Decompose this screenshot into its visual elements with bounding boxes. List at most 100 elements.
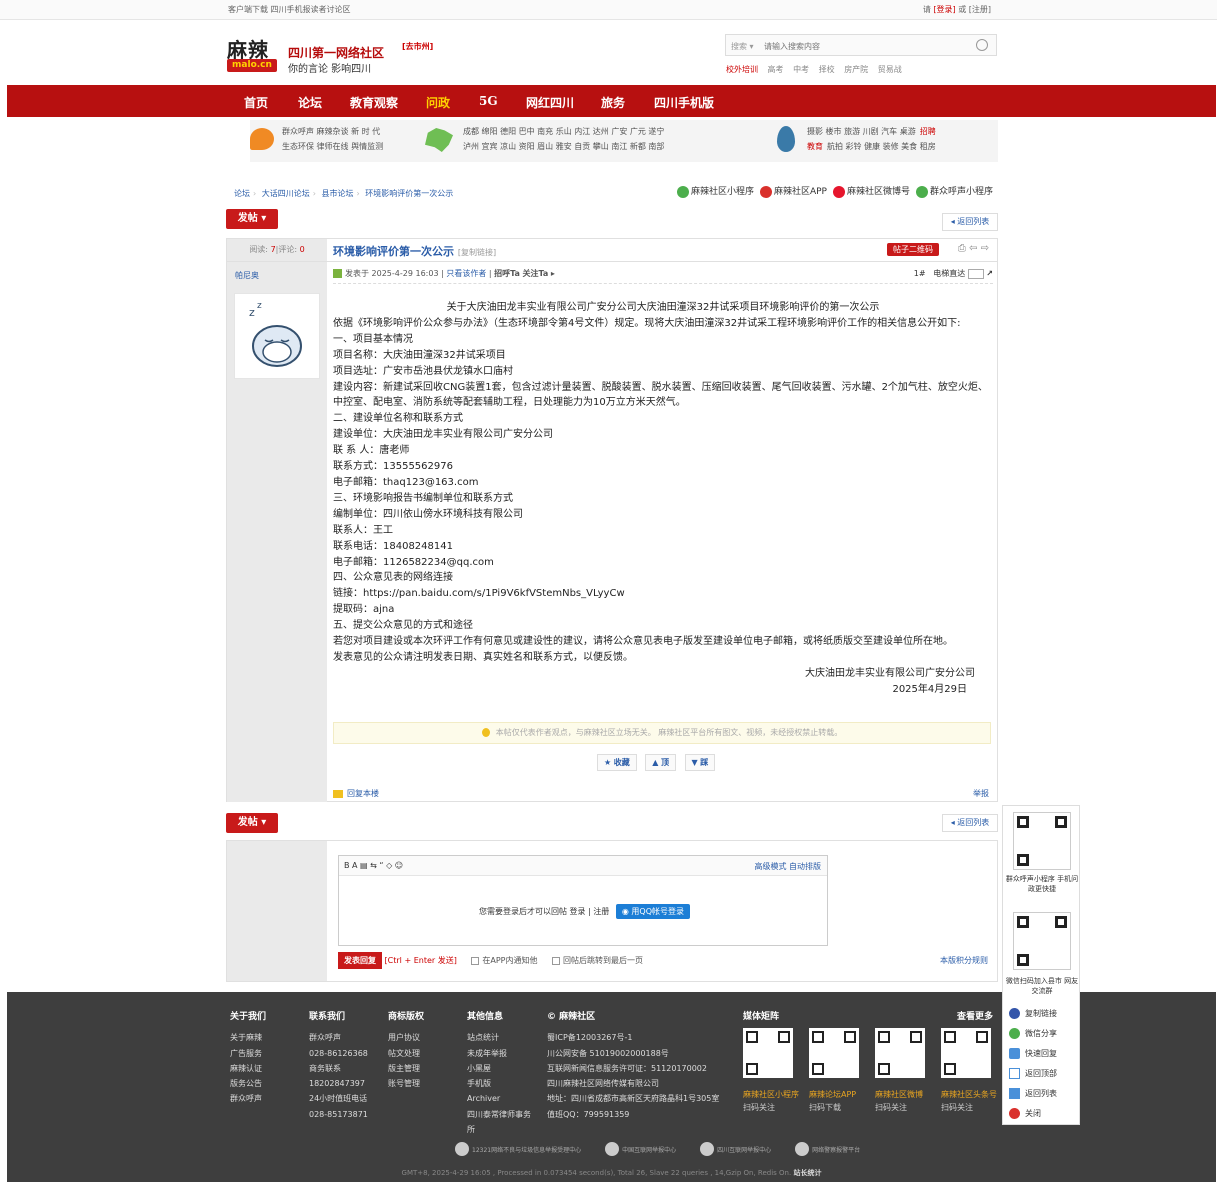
thread-qr-button[interactable]: 帖子二维码 [887, 243, 939, 256]
print-share-icons[interactable]: ⎙ ⇦ ⇨ [958, 243, 989, 254]
breadcrumb-item[interactable]: 论坛 [234, 189, 250, 198]
report-badge[interactable]: 中国互联网举报中心 [605, 1142, 676, 1156]
nav-item-home[interactable]: 首页 [244, 94, 268, 111]
footer-link[interactable]: 四川麻辣社区网络传媒有限公司 [547, 1076, 719, 1091]
footer-link[interactable]: 手机版 [467, 1076, 537, 1091]
footer-link[interactable]: 028-85173871 [309, 1107, 368, 1122]
nav-item-forum[interactable]: 论坛 [298, 94, 322, 111]
notify-app-checkbox[interactable] [471, 956, 480, 965]
breadcrumb-item[interactable]: 县市论坛 [322, 189, 354, 198]
search-icon[interactable] [976, 39, 988, 51]
only-author-link[interactable]: 只看该作者 [446, 269, 486, 278]
hot-link[interactable]: 择校 [819, 65, 835, 74]
back-to-list-button-bottom[interactable]: ◂ 返回列表 [942, 814, 998, 832]
downvote-button[interactable]: ▼ 踩 [684, 754, 716, 771]
sub-nav-group-voice[interactable]: 群众呼声 麻辣杂谈 新 时 代生态环保 律师在线 舆情监测 [282, 124, 383, 154]
register-link[interactable]: [注册] [969, 5, 991, 14]
footer-link[interactable]: 24小时值班电话 [309, 1091, 368, 1106]
close-button[interactable]: 关闭 [1009, 1108, 1041, 1119]
footer-link[interactable]: 商务联系 [309, 1061, 368, 1076]
nav-item-mobile[interactable]: 四川手机版 [654, 94, 714, 111]
footer-link[interactable]: 版主管理 [388, 1061, 424, 1076]
author-name[interactable]: 帕尼奥 [235, 270, 259, 281]
back-to-top-button[interactable]: 返回顶部 [1009, 1068, 1057, 1079]
site-logo[interactable]: 麻辣 malo.cn [227, 34, 277, 74]
footer-link[interactable]: 互联网新闻信息服务许可证：51120170002 [547, 1061, 719, 1076]
avatar[interactable]: z z [234, 293, 320, 379]
elevator-go-icon[interactable]: ↗ [986, 269, 993, 278]
footer-link[interactable]: Archiver [467, 1091, 537, 1106]
wechat-share-button[interactable]: 微信分享 [1009, 1028, 1057, 1039]
report-badge[interactable]: 四川互联网举报中心 [700, 1142, 771, 1156]
weibo-link[interactable]: 麻辣社区微博号 [832, 184, 910, 198]
favorite-button[interactable]: ★ 收藏 [597, 754, 637, 771]
sub-nav-group-cities[interactable]: 成都 绵阳 德阳 巴中 南充 乐山 内江 达州 广安 广元 遂宁 泸州 宜宾 凉山… [463, 124, 664, 154]
footer-link[interactable]: 广告服务 [230, 1046, 266, 1061]
voice-mini-link[interactable]: 群众呼声小程序 [915, 184, 993, 198]
reply-editor[interactable]: B A ▤ ⇆ “ ◇ ☺ 高级模式 自动排版 您需要登录后才可以回帖 登录 |… [338, 855, 828, 946]
footer-link[interactable]: 版务公告 [230, 1076, 266, 1091]
search-input[interactable] [764, 39, 964, 53]
footer-link[interactable]: 18202847397 [309, 1076, 368, 1091]
submit-reply-button[interactable]: 发表回复 [338, 952, 382, 969]
breadcrumb-item[interactable]: 大话四川论坛 [262, 189, 310, 198]
footer-link[interactable]: 群众呼声 [230, 1091, 266, 1106]
footer-qr-caption[interactable]: 麻辣社区头条号 扫码关注 [941, 1088, 997, 1114]
hot-link[interactable]: 校外培训 [726, 65, 758, 74]
jump-last-checkbox[interactable] [552, 956, 561, 965]
nav-item-wanghong[interactable]: 网红四川 [526, 94, 574, 111]
new-post-button[interactable]: 发帖 ▾ [226, 209, 278, 229]
footer-link[interactable]: 小黑屋 [467, 1061, 537, 1076]
search-type-select[interactable]: 搜索 ▾ [731, 41, 754, 52]
footer-link[interactable]: 值班QQ：799591359 [547, 1107, 719, 1122]
follow-link[interactable]: 关注Ta [522, 269, 548, 278]
greet-link[interactable]: 招呼Ta [494, 269, 520, 278]
reply-floor-link[interactable]: 回复本楼 [333, 788, 379, 799]
back-list-button[interactable]: 返回列表 [1009, 1088, 1057, 1099]
report-badge[interactable]: 网络警察报警平台 [795, 1142, 860, 1156]
auto-format-link[interactable]: 自动排版 [789, 862, 821, 871]
footer-link[interactable]: 用户协议 [388, 1030, 424, 1045]
footer-link[interactable]: 蜀ICP备12003267号-1 [547, 1030, 719, 1045]
footer-link[interactable]: 地址：四川省成都市高新区天府路晶科1号305室 [547, 1091, 719, 1106]
footer-link[interactable]: 账号管理 [388, 1076, 424, 1091]
footer-link[interactable]: 关于麻辣 [230, 1030, 266, 1045]
hot-link[interactable]: 房产院 [844, 65, 868, 74]
new-post-button-bottom[interactable]: 发帖 ▾ [226, 813, 278, 833]
upvote-button[interactable]: ▲ 顶 [645, 754, 676, 771]
hot-link[interactable]: 贸易战 [878, 65, 902, 74]
footer-link[interactable]: 四川泰常律师事务所 [467, 1107, 537, 1138]
nav-item-wenzheng[interactable]: 问政 [426, 94, 450, 111]
footer-link[interactable]: 麻辣认证 [230, 1061, 266, 1076]
footer-qr-caption[interactable]: 麻辣社区微博 扫码关注 [875, 1088, 923, 1114]
login-link[interactable]: [登录] [933, 5, 955, 14]
footer-link[interactable]: 群众呼声 [309, 1030, 368, 1045]
stats-link[interactable]: 站长统计 [793, 1169, 821, 1177]
footer-link[interactable]: 028-86126368 [309, 1046, 368, 1061]
footer-qr-caption[interactable]: 麻辣论坛APP 扫码下载 [809, 1088, 856, 1114]
copy-link[interactable]: [复制链接] [458, 248, 496, 257]
editor-tools[interactable]: B A ▤ ⇆ “ ◇ ☺ [344, 861, 403, 870]
hot-link[interactable]: 中考 [793, 65, 809, 74]
qq-login-button[interactable]: ◉ 用QQ帐号登录 [615, 904, 690, 919]
nav-item-5g[interactable]: 5G [479, 94, 498, 108]
mini-program-link[interactable]: 麻辣社区小程序 [676, 184, 754, 198]
hot-link[interactable]: 高考 [768, 65, 784, 74]
sub-nav-group-life[interactable]: 摄影 楼市 旅游 川剧 汽车 桌游 招聘 教育 航拍 彩铃 健康 装修 美食 租房 [807, 124, 940, 154]
elevator-input[interactable] [967, 268, 984, 279]
report-badge[interactable]: 12321网络不良与垃圾信息举报受理中心 [455, 1142, 581, 1156]
quick-reply-button[interactable]: 快速回复 [1009, 1048, 1057, 1059]
footer-link[interactable]: 帖文处理 [388, 1046, 424, 1061]
report-link[interactable]: 举报 [973, 788, 989, 799]
city-selector[interactable]: [去市州] [402, 41, 433, 52]
app-link[interactable]: 麻辣社区APP [759, 184, 827, 198]
nav-item-lvwu[interactable]: 旅务 [601, 94, 625, 111]
points-rules-link[interactable]: 本版积分规则 [940, 955, 988, 966]
footer-link[interactable]: 未成年举报 [467, 1046, 537, 1061]
nav-item-education[interactable]: 教育观察 [350, 94, 398, 111]
footer-link[interactable]: 川公网安备 51019002000188号 [547, 1046, 719, 1061]
advanced-mode-link[interactable]: 高级模式 [754, 862, 786, 871]
footer-link[interactable]: 站点统计 [467, 1030, 537, 1045]
breadcrumb-item[interactable]: 环境影响评价第一次公示 [365, 189, 453, 198]
client-download-link[interactable]: 客户端下载 四川手机报读者讨论区 [228, 4, 351, 15]
